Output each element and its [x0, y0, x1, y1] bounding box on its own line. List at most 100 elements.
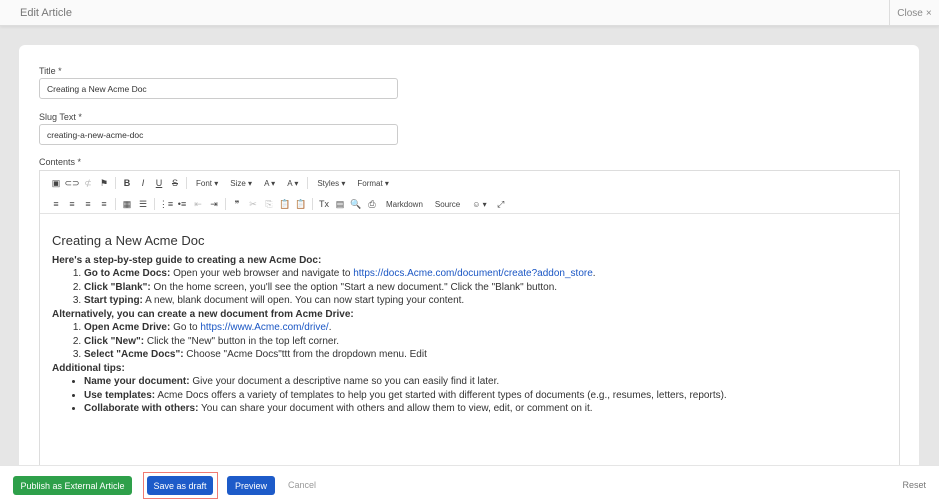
toolbar-button[interactable]: ⎙: [364, 199, 380, 210]
toolbar-button[interactable]: ✂: [245, 199, 261, 210]
list-item: Use templates: Acme Docs offers a variet…: [84, 389, 887, 403]
item-label: Go to Acme Docs:: [84, 268, 171, 279]
toolbar-button[interactable]: ⚑: [96, 178, 112, 189]
list-item: Click "Blank": On the home screen, you'l…: [84, 281, 887, 295]
intro: Here's a step-by-step guide to creating …: [52, 254, 322, 266]
editor-toolbar: ▣ ⊂⊃ ⊄ ⚑ B I U S Font ▾ Size ▾ A ▾ A ▾ Styles ▾ Forma…: [40, 171, 899, 214]
title-input[interactable]: Creating a New Acme Doc: [39, 78, 398, 99]
toolbar-separator: [154, 198, 155, 210]
header: Edit Article Close ×: [0, 0, 939, 26]
toolbar-button[interactable]: ▤: [332, 199, 348, 210]
toolbar-button[interactable]: ⤢: [493, 199, 509, 210]
item-link[interactable]: https://docs.Acme.com/document/create?ad…: [353, 268, 593, 279]
list-item: Click "New": Click the "New" button in t…: [84, 335, 887, 349]
toolbar-button[interactable]: Markdown: [380, 200, 429, 209]
toolbar-button[interactable]: ≡: [48, 199, 64, 209]
item-text: You can share your document with others …: [198, 403, 593, 414]
contents-label: Contents *: [39, 157, 82, 167]
item-label: Open Acme Drive:: [84, 322, 171, 333]
close-label: Close: [897, 7, 923, 19]
preview-button[interactable]: Preview: [227, 476, 275, 495]
item-text: .: [592, 268, 596, 279]
toolbar-separator: [225, 198, 226, 210]
list-item: Open Acme Drive: Go to https://www.Acme.…: [84, 321, 887, 335]
toolbar-separator: [186, 177, 187, 189]
toolbar-button[interactable]: Source: [429, 200, 466, 209]
item-label: Select "Acme Docs":: [84, 349, 184, 360]
reset-button[interactable]: Reset: [902, 480, 926, 490]
editor-content[interactable]: Creating a New Acme Doc Here's a step-by…: [40, 214, 899, 436]
steps-list-2: Open Acme Drive: Go to https://www.Acme.…: [52, 321, 887, 362]
toolbar-button[interactable]: Format ▾: [351, 179, 395, 188]
toolbar-button[interactable]: 📋: [293, 199, 309, 210]
toolbar-button[interactable]: ⋮≡: [158, 199, 174, 210]
slug-input[interactable]: creating-a-new-acme-doc: [39, 124, 398, 145]
item-text: On the home screen, you'll see the optio…: [150, 281, 558, 293]
tips-heading: Additional tips:: [52, 362, 125, 374]
toolbar-separator: [312, 198, 313, 210]
title-label: Title *: [39, 66, 62, 76]
save-draft-button[interactable]: Save as draft: [147, 476, 213, 495]
toolbar-button[interactable]: ≡: [64, 199, 80, 209]
publish-external-button[interactable]: Publish as External Article: [13, 476, 132, 495]
footer-bar: Publish as External Article Save as draf…: [0, 465, 939, 502]
toolbar-row-1: ▣ ⊂⊃ ⊄ ⚑ B I U S Font ▾ Size ▾ A ▾ A ▾ Styles ▾ Forma…: [48, 174, 891, 192]
content-heading: Creating a New Acme Doc: [52, 233, 205, 248]
toolbar-button[interactable]: ☺ ▾: [466, 200, 492, 209]
item-label: Name your document:: [84, 376, 190, 387]
toolbar-button[interactable]: Font ▾: [190, 179, 224, 188]
item-text: Click the "New" button in the top left c…: [144, 335, 340, 347]
list-item: Go to Acme Docs: Open your web browser a…: [84, 267, 887, 281]
toolbar-button[interactable]: ≡: [80, 199, 96, 209]
toolbar-button[interactable]: I: [135, 178, 151, 188]
toolbar-button[interactable]: 📋: [277, 199, 293, 210]
toolbar-button[interactable]: Size ▾: [224, 179, 258, 188]
close-button[interactable]: Close ×: [889, 0, 939, 26]
toolbar-row-2: ≡ ≡ ≡ ≡ ▦ ☰ ⋮≡ •≡ ⇤ ⇥ ❞ ✂ ⎘ 📋 📋 Tx ▤ 🔍 ⎙ Markdown Source ☺ ▾ ⤢: [48, 195, 891, 213]
toolbar-button[interactable]: A ▾: [258, 179, 281, 188]
item-label: Collaborate with others:: [84, 403, 199, 414]
item-text: .: [328, 322, 332, 333]
slug-label: Slug Text *: [39, 112, 82, 122]
toolbar-button[interactable]: S: [167, 178, 183, 188]
list-item: Collaborate with others: You can share y…: [84, 402, 887, 416]
toolbar-button[interactable]: ⎘: [261, 199, 277, 210]
toolbar-button[interactable]: ▦: [119, 199, 135, 210]
tips-list: Name your document: Give your document a…: [52, 375, 887, 416]
toolbar-button[interactable]: •≡: [174, 199, 190, 209]
toolbar-separator: [307, 177, 309, 189]
item-label: Start typing:: [84, 295, 143, 306]
item-text: Acme Docs offers a variety of templates …: [155, 389, 727, 401]
alt-heading: Alternatively, you can create a new docu…: [52, 308, 354, 320]
toolbar-button[interactable]: Styles ▾: [311, 179, 351, 188]
list-item: Select "Acme Docs": Choose "Acme Docs"tt…: [84, 348, 887, 362]
item-label: Click "Blank":: [84, 281, 151, 293]
toolbar-separator: [115, 177, 116, 189]
item-label: Click "New":: [84, 335, 145, 347]
item-text: A new, blank document will open. You can…: [142, 295, 465, 306]
toolbar-button[interactable]: ▣: [48, 178, 64, 189]
item-text: Open your web browser and navigate to: [170, 268, 354, 279]
toolbar-button[interactable]: ≡: [96, 199, 112, 209]
toolbar-button[interactable]: B: [119, 178, 135, 188]
toolbar-button[interactable]: ⊂⊃: [64, 178, 80, 189]
toolbar-button[interactable]: 🔍: [348, 199, 364, 210]
toolbar-button[interactable]: ⇤: [190, 199, 206, 210]
toolbar-button[interactable]: ☰: [135, 199, 151, 210]
steps-list-1: Go to Acme Docs: Open your web browser a…: [52, 267, 887, 308]
list-item: Name your document: Give your document a…: [84, 375, 887, 389]
item-link[interactable]: https://www.Acme.com/drive/: [200, 322, 328, 333]
toolbar-button[interactable]: Tx: [316, 199, 332, 209]
page-title: Edit Article: [20, 7, 72, 19]
cancel-button[interactable]: Cancel: [288, 480, 316, 490]
item-text: Choose "Acme Docs"ttt from the dropdown …: [183, 349, 427, 360]
item-text: Go to: [170, 322, 201, 333]
item-label: Use templates:: [84, 389, 156, 401]
toolbar-button[interactable]: ⇥: [206, 199, 222, 210]
rich-text-editor: ▣ ⊂⊃ ⊄ ⚑ B I U S Font ▾ Size ▾ A ▾ A ▾ Styles ▾ Forma…: [39, 170, 900, 490]
toolbar-button[interactable]: ❞: [229, 199, 245, 210]
toolbar-button[interactable]: U: [151, 178, 167, 188]
toolbar-button[interactable]: A ▾: [281, 179, 304, 188]
close-icon: ×: [925, 7, 932, 19]
toolbar-button[interactable]: ⊄: [80, 178, 96, 189]
